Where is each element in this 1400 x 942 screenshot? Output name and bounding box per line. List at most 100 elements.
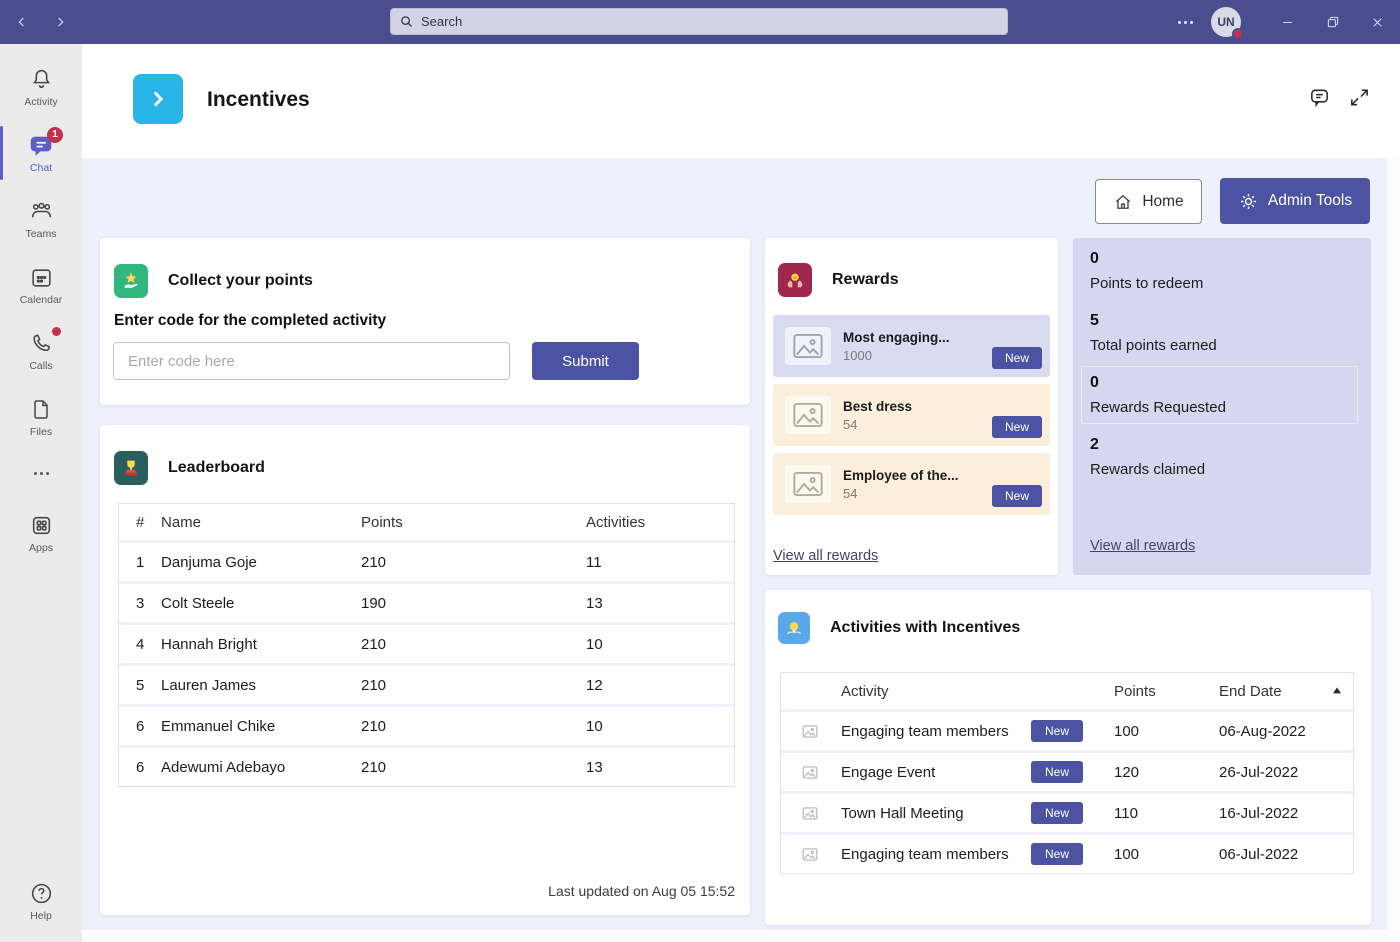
status-busy-dot [1232, 28, 1244, 40]
collect-points-icon [114, 264, 148, 298]
sidebar-item-activity[interactable]: Activity [0, 56, 82, 118]
reward-name: Employee of the... [843, 468, 992, 483]
calendar-icon [29, 265, 54, 290]
search-placeholder: Search [421, 14, 462, 29]
sidebar-item-calendar[interactable]: Calendar [0, 254, 82, 316]
image-placeholder-icon [785, 327, 831, 365]
admin-tools-label: Admin Tools [1268, 192, 1352, 210]
lightbulb-icon [784, 618, 804, 638]
rewards-card: Rewards Most engaging... 1000 New Best d… [765, 238, 1058, 575]
expand-button[interactable] [1346, 84, 1372, 110]
file-icon [29, 397, 53, 422]
reward-list-item[interactable]: Best dress 54 New [773, 384, 1050, 446]
stat-points-to-redeem: 0 Points to redeem [1090, 250, 1203, 292]
back-button[interactable] [10, 10, 34, 34]
sidebar-item-label: Files [30, 426, 52, 438]
table-row: 1Danjuma Goje21011 [119, 543, 734, 581]
reward-list-item[interactable]: Employee of the... 54 New [773, 453, 1050, 515]
home-icon [1113, 192, 1133, 212]
table-row: 3Colt Steele19013 [119, 584, 734, 622]
col-name: Name [161, 514, 361, 531]
reward-points: 54 [843, 486, 992, 501]
reward-points: 54 [843, 417, 992, 432]
tab-content: Home Admin Tools Collect your points Ent… [82, 158, 1400, 942]
leaderboard-card: Leaderboard # Name Points Activities 1Da… [100, 425, 750, 915]
col-rank: # [119, 514, 161, 531]
app-header: Incentives [82, 44, 1400, 158]
sidebar-item-apps[interactable]: Apps [0, 502, 82, 564]
question-icon [29, 881, 54, 906]
sidebar-item-help[interactable]: Help [0, 870, 82, 932]
code-prompt: Enter code for the completed activity [114, 312, 386, 330]
new-badge[interactable]: New [992, 347, 1042, 369]
conversation-button[interactable] [1306, 84, 1332, 110]
admin-tools-button[interactable]: Admin Tools [1220, 178, 1370, 224]
leaderboard-icon [114, 451, 148, 485]
stat-rewards-requested: 0 Rewards Requested [1090, 374, 1226, 416]
image-placeholder-icon [799, 763, 821, 782]
restore-icon [1326, 15, 1340, 29]
table-row: Engage Event New 120 26-Jul-2022 [781, 753, 1353, 791]
activities-title: Activities with Incentives [830, 619, 1020, 637]
hand-star-icon [120, 270, 142, 292]
sidebar-item-label: Calls [29, 360, 52, 372]
vertical-scrollbar[interactable] [1387, 158, 1400, 942]
new-badge[interactable]: New [1031, 720, 1083, 742]
activities-card: Activities with Incentives Activity Poin… [765, 590, 1371, 925]
new-badge[interactable]: New [992, 416, 1042, 438]
grid-icon [29, 513, 54, 538]
rewards-title: Rewards [832, 271, 899, 289]
home-button[interactable]: Home [1095, 179, 1202, 224]
table-row: 6Adewumi Adebayo21013 [119, 748, 734, 786]
minimize-button[interactable] [1265, 0, 1310, 44]
leaderboard-table: # Name Points Activities 1Danjuma Goje21… [118, 503, 735, 787]
app-rail: Activity 1 Chat Teams Calendar Calls [0, 44, 82, 942]
image-placeholder-icon [799, 722, 821, 741]
sort-ascending-icon[interactable] [1330, 684, 1344, 698]
sidebar-item-label: Teams [26, 228, 57, 240]
close-button[interactable] [1355, 0, 1400, 44]
col-end-date[interactable]: End Date [1219, 683, 1282, 700]
page-title: Incentives [207, 88, 310, 112]
more-options-button[interactable] [1178, 21, 1193, 24]
incentives-app-icon [133, 74, 183, 124]
table-row: Town Hall Meeting New 110 16-Jul-2022 [781, 794, 1353, 832]
close-icon [1371, 16, 1384, 29]
table-row: 4Hannah Bright21010 [119, 625, 734, 663]
activities-icon [778, 612, 810, 644]
view-all-rewards-link[interactable]: View all rewards [1090, 538, 1195, 554]
new-badge[interactable]: New [992, 485, 1042, 507]
sidebar-item-files[interactable]: Files [0, 386, 82, 448]
medal-icon [784, 269, 806, 291]
reward-list-item[interactable]: Most engaging... 1000 New [773, 315, 1050, 377]
rewards-icon [778, 263, 812, 297]
sidebar-item-label: Apps [29, 542, 53, 554]
horizontal-scrollbar[interactable] [82, 930, 1400, 942]
people-icon [28, 199, 55, 224]
points-summary-panel: 0 Points to redeem 5 Total points earned… [1073, 238, 1371, 575]
sidebar-more-apps-button[interactable] [0, 458, 82, 488]
sidebar-item-label: Calendar [20, 294, 63, 306]
search-icon [399, 14, 414, 29]
sidebar-item-label: Chat [30, 162, 52, 174]
new-badge[interactable]: New [1031, 761, 1083, 783]
code-input[interactable] [113, 342, 510, 380]
sidebar-item-chat[interactable]: 1 Chat [0, 122, 82, 184]
new-badge[interactable]: New [1031, 843, 1083, 865]
forward-button[interactable] [48, 10, 72, 34]
leaderboard-title: Leaderboard [168, 459, 265, 477]
col-points: Points [1114, 683, 1219, 700]
reward-name: Best dress [843, 399, 992, 414]
collect-points-card: Collect your points Enter code for the c… [100, 238, 750, 405]
title-bar: Search UN [0, 0, 1400, 44]
maximize-button[interactable] [1310, 0, 1355, 44]
avatar[interactable]: UN [1211, 7, 1241, 37]
sidebar-item-calls[interactable]: Calls [0, 320, 82, 382]
image-placeholder-icon [799, 804, 821, 823]
submit-button[interactable]: Submit [532, 342, 639, 380]
sidebar-item-teams[interactable]: Teams [0, 188, 82, 250]
view-all-rewards-link[interactable]: View all rewards [773, 548, 878, 564]
search-input[interactable]: Search [390, 8, 1008, 35]
new-badge[interactable]: New [1031, 802, 1083, 824]
active-indicator [0, 126, 3, 180]
